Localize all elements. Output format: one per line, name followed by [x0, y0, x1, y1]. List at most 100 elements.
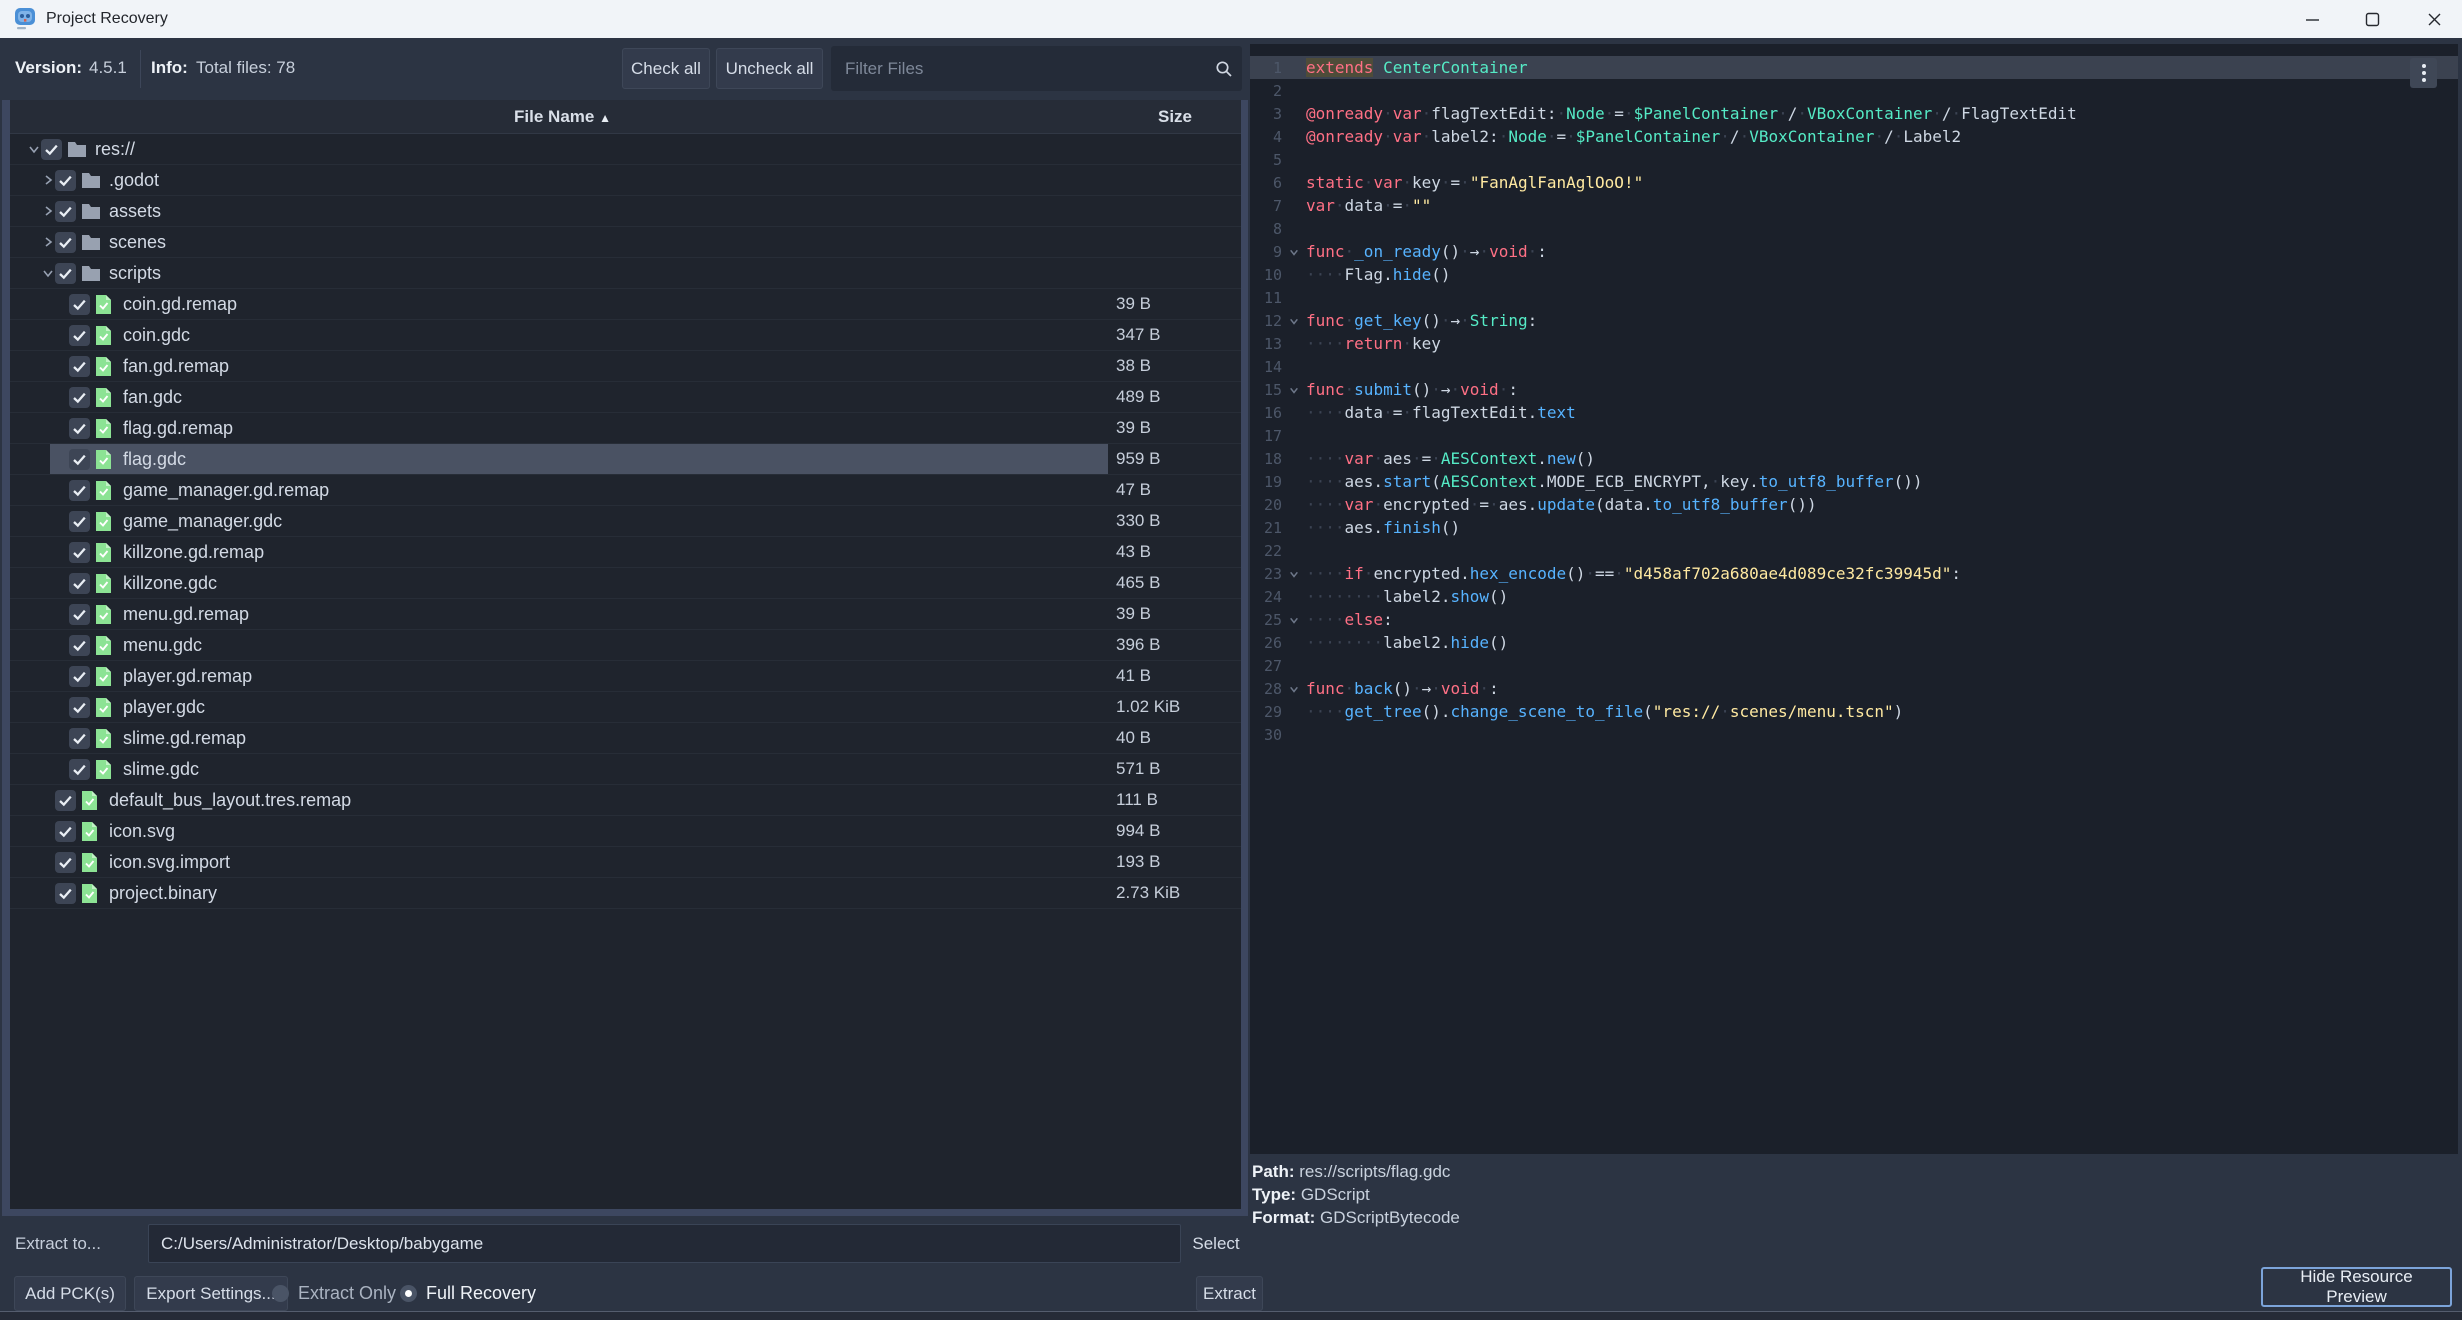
- fold-arrow-icon[interactable]: [1282, 615, 1306, 625]
- checkbox-checked-icon[interactable]: [55, 170, 76, 191]
- checkbox-checked-icon[interactable]: [69, 480, 90, 501]
- code-line[interactable]: 10····Flag.hide(): [1250, 263, 2458, 286]
- tree-row[interactable]: fan.gdc489 B: [10, 382, 1241, 413]
- tree-row[interactable]: menu.gdc396 B: [10, 630, 1241, 661]
- code-line[interactable]: 6static·var·key·=·"FanAglFanAglOoO!": [1250, 171, 2458, 194]
- code-line[interactable]: 7var·data·=·"": [1250, 194, 2458, 217]
- code-line[interactable]: 18····var·aes·=·AESContext.new(): [1250, 447, 2458, 470]
- code-line[interactable]: 4@onready·var·label2:·Node·=·$PanelConta…: [1250, 125, 2458, 148]
- code-line[interactable]: 27: [1250, 654, 2458, 677]
- checkbox-checked-icon[interactable]: [69, 294, 90, 315]
- check-all-button[interactable]: Check all: [622, 48, 710, 89]
- filter-files-input[interactable]: Filter Files: [831, 46, 1242, 91]
- tree-row[interactable]: project.binary2.73 KiB: [10, 878, 1241, 909]
- code-line[interactable]: 15func·submit()·→·void·:: [1250, 378, 2458, 401]
- code-line[interactable]: 5: [1250, 148, 2458, 171]
- close-button[interactable]: [2406, 0, 2462, 38]
- tree-row[interactable]: flag.gdc959 B: [10, 444, 1241, 475]
- maximize-button[interactable]: [2348, 0, 2396, 38]
- column-file-name[interactable]: File Name ▲: [10, 100, 1115, 133]
- code-line[interactable]: 12func·get_key()·→·String:: [1250, 309, 2458, 332]
- checkbox-checked-icon[interactable]: [69, 356, 90, 377]
- tree-row[interactable]: icon.svg.import193 B: [10, 847, 1241, 878]
- checkbox-checked-icon[interactable]: [55, 821, 76, 842]
- code-line[interactable]: 8: [1250, 217, 2458, 240]
- minimize-button[interactable]: [2288, 0, 2336, 38]
- fold-arrow-icon[interactable]: [1282, 385, 1306, 395]
- code-line[interactable]: 19····aes.start(AESContext.MODE_ECB_ENCR…: [1250, 470, 2458, 493]
- checkbox-checked-icon[interactable]: [69, 387, 90, 408]
- code-line[interactable]: 14: [1250, 355, 2458, 378]
- checkbox-checked-icon[interactable]: [69, 635, 90, 656]
- code-line[interactable]: 16····data·=·flagTextEdit.text: [1250, 401, 2458, 424]
- checkbox-checked-icon[interactable]: [69, 511, 90, 532]
- tree-row[interactable]: killzone.gdc465 B: [10, 568, 1241, 599]
- checkbox-checked-icon[interactable]: [55, 790, 76, 811]
- tree-row[interactable]: player.gd.remap41 B: [10, 661, 1241, 692]
- code-line[interactable]: 26········label2.hide(): [1250, 631, 2458, 654]
- checkbox-checked-icon[interactable]: [69, 759, 90, 780]
- tree-row[interactable]: fan.gd.remap38 B: [10, 351, 1241, 382]
- code-line[interactable]: 20····var·encrypted·=·aes.update(data.to…: [1250, 493, 2458, 516]
- tree-row[interactable]: menu.gd.remap39 B: [10, 599, 1241, 630]
- checkbox-checked-icon[interactable]: [69, 542, 90, 563]
- tree-row[interactable]: flag.gd.remap39 B: [10, 413, 1241, 444]
- code-line[interactable]: 30: [1250, 723, 2458, 746]
- tree-row[interactable]: killzone.gd.remap43 B: [10, 537, 1241, 568]
- checkbox-checked-icon[interactable]: [69, 604, 90, 625]
- code-line[interactable]: 23····if·encrypted.hex_encode()·==·"d458…: [1250, 562, 2458, 585]
- code-line[interactable]: 21····aes.finish(): [1250, 516, 2458, 539]
- extract-button[interactable]: Extract: [1196, 1276, 1263, 1311]
- checkbox-checked-icon[interactable]: [69, 728, 90, 749]
- code-line[interactable]: 17: [1250, 424, 2458, 447]
- add-pck-button[interactable]: Add PCK(s): [14, 1276, 126, 1311]
- chevron-down-icon[interactable]: [26, 143, 41, 155]
- tree-row[interactable]: scripts: [10, 258, 1241, 289]
- chevron-down-icon[interactable]: [40, 267, 55, 279]
- code-line[interactable]: 9func·_on_ready()·→·void·:: [1250, 240, 2458, 263]
- tree-row[interactable]: player.gdc1.02 KiB: [10, 692, 1241, 723]
- checkbox-checked-icon[interactable]: [55, 883, 76, 904]
- code-line[interactable]: 24········label2.show(): [1250, 585, 2458, 608]
- tree-row[interactable]: .godot: [10, 165, 1241, 196]
- tree-row[interactable]: slime.gd.remap40 B: [10, 723, 1241, 754]
- code-line[interactable]: 1extends·CenterContainer: [1250, 56, 2458, 79]
- uncheck-all-button[interactable]: Uncheck all: [716, 48, 823, 89]
- code-line[interactable]: 22: [1250, 539, 2458, 562]
- tree-row[interactable]: res://: [10, 134, 1241, 165]
- checkbox-checked-icon[interactable]: [69, 449, 90, 470]
- extract-only-radio[interactable]: Extract Only: [272, 1276, 396, 1311]
- hide-resource-preview-button[interactable]: Hide Resource Preview: [2261, 1267, 2452, 1307]
- code-line[interactable]: 29····get_tree().change_scene_to_file("r…: [1250, 700, 2458, 723]
- tree-row[interactable]: coin.gdc347 B: [10, 320, 1241, 351]
- tree-row[interactable]: assets: [10, 196, 1241, 227]
- export-settings-button[interactable]: Export Settings...: [134, 1276, 288, 1311]
- tree-row[interactable]: coin.gd.remap39 B: [10, 289, 1241, 320]
- fold-arrow-icon[interactable]: [1282, 247, 1306, 257]
- code-line[interactable]: 2: [1250, 79, 2458, 102]
- code-line[interactable]: 28func·back()·→·void·:: [1250, 677, 2458, 700]
- checkbox-checked-icon[interactable]: [55, 201, 76, 222]
- chevron-right-icon[interactable]: [40, 205, 55, 217]
- tree-row[interactable]: slime.gdc571 B: [10, 754, 1241, 785]
- checkbox-checked-icon[interactable]: [69, 666, 90, 687]
- chevron-right-icon[interactable]: [40, 174, 55, 186]
- editor-menu-button[interactable]: [2410, 58, 2437, 88]
- file-tree-header[interactable]: File Name ▲ Size: [10, 100, 1241, 134]
- tree-row[interactable]: default_bus_layout.tres.remap111 B: [10, 785, 1241, 816]
- tree-row[interactable]: icon.svg994 B: [10, 816, 1241, 847]
- fold-arrow-icon[interactable]: [1282, 569, 1306, 579]
- tree-row[interactable]: game_manager.gdc330 B: [10, 506, 1241, 537]
- fold-arrow-icon[interactable]: [1282, 684, 1306, 694]
- checkbox-checked-icon[interactable]: [69, 697, 90, 718]
- tree-row[interactable]: game_manager.gd.remap47 B: [10, 475, 1241, 506]
- checkbox-checked-icon[interactable]: [41, 139, 62, 160]
- code-line[interactable]: 3@onready·var·flagTextEdit:·Node·=·$Pane…: [1250, 102, 2458, 125]
- checkbox-checked-icon[interactable]: [69, 418, 90, 439]
- checkbox-checked-icon[interactable]: [55, 852, 76, 873]
- checkbox-checked-icon[interactable]: [55, 263, 76, 284]
- code-line[interactable]: 13····return·key: [1250, 332, 2458, 355]
- checkbox-checked-icon[interactable]: [69, 325, 90, 346]
- chevron-right-icon[interactable]: [40, 236, 55, 248]
- full-recovery-radio[interactable]: Full Recovery: [400, 1276, 536, 1311]
